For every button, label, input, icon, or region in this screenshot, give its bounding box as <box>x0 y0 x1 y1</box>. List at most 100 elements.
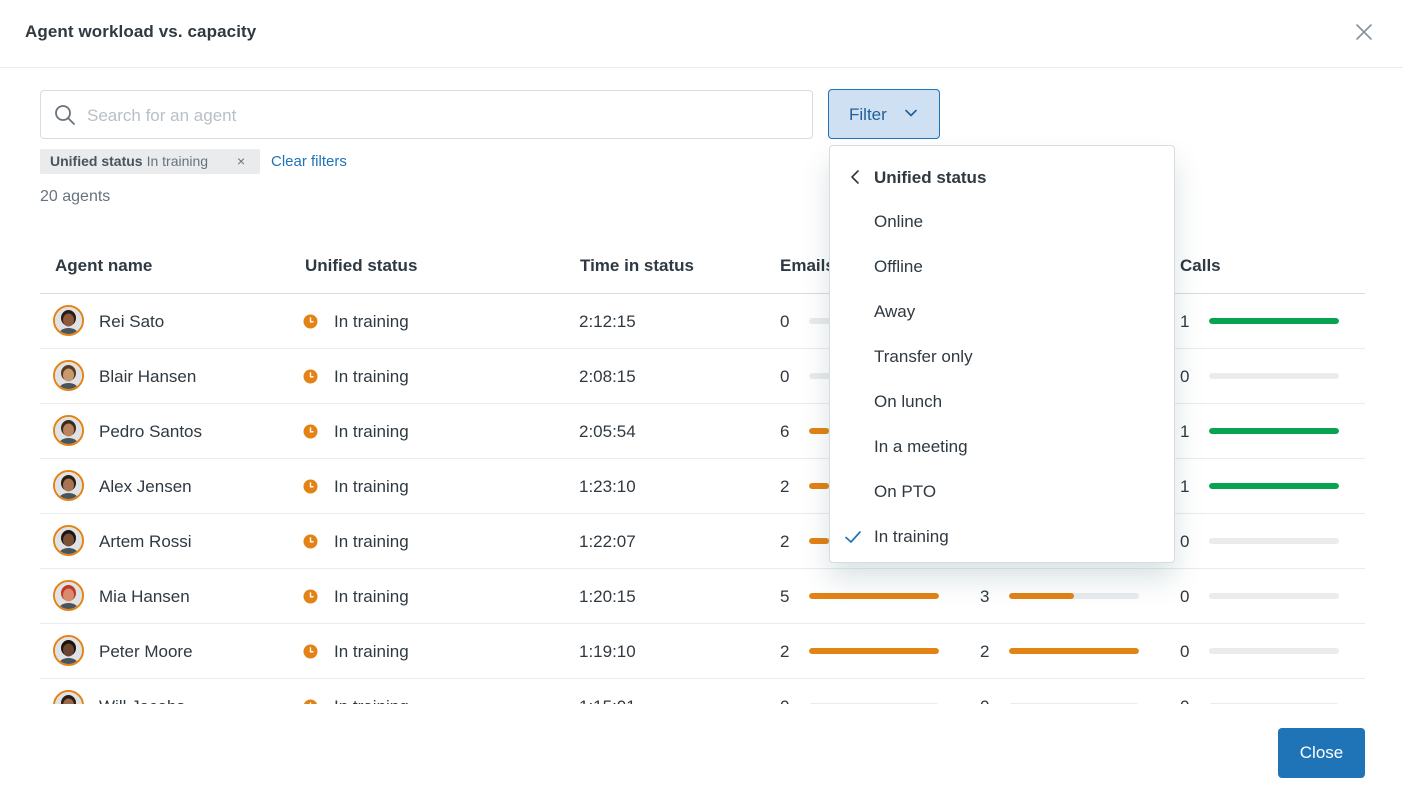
calls-count: 1 <box>1180 422 1190 441</box>
avatar <box>53 690 84 704</box>
calls-capacity-bar <box>1209 703 1339 704</box>
agent-name[interactable]: Will Jacobs <box>99 697 185 704</box>
check-icon <box>845 531 861 543</box>
menu-item-transfer-only[interactable]: Transfer only <box>830 337 1174 377</box>
clear-filters-link[interactable]: Clear filters <box>271 153 347 170</box>
time-in-status: 2:08:15 <box>579 367 636 386</box>
modal-title: Agent workload vs. capacity <box>25 22 257 41</box>
time-in-status: 2:12:15 <box>579 312 636 331</box>
calls-capacity-bar <box>1209 318 1339 324</box>
agent-name[interactable]: Blair Hansen <box>99 367 196 387</box>
modal-header: Agent workload vs. capacity <box>0 0 1403 68</box>
emails-count: 6 <box>780 422 790 441</box>
messaging-count: 2 <box>980 642 990 661</box>
table-row[interactable]: Mia Hansen In training 1:20:15 5 3 0 <box>40 569 1365 624</box>
filter-button[interactable]: Filter <box>828 89 940 139</box>
calls-capacity-bar <box>1209 428 1339 434</box>
clock-status-icon <box>303 589 318 604</box>
avatar-face-icon <box>55 582 82 609</box>
menu-item-on-pto[interactable]: On PTO <box>830 472 1174 512</box>
calls-count: 0 <box>1180 367 1190 386</box>
calls-capacity-bar <box>1209 483 1339 489</box>
agent-status: In training <box>334 477 409 496</box>
active-filter-key: Unified status <box>50 153 143 169</box>
agent-status: In training <box>334 697 409 704</box>
agent-name[interactable]: Pedro Santos <box>99 422 202 442</box>
close-icon[interactable] <box>1352 20 1376 44</box>
agent-status: In training <box>334 422 409 441</box>
emails-count: 0 <box>780 312 790 331</box>
emails-count: 0 <box>780 697 789 704</box>
menu-item-label: Away <box>874 302 916 321</box>
menu-back-button[interactable]: Unified status <box>830 162 1174 194</box>
avatar-face-icon <box>55 637 82 664</box>
chevron-left-icon <box>851 170 859 184</box>
menu-item-online[interactable]: Online <box>830 202 1174 242</box>
agent-name[interactable]: Rei Sato <box>99 312 164 332</box>
emails-count: 5 <box>780 587 790 606</box>
menu-item-in-a-meeting[interactable]: In a meeting <box>830 427 1174 467</box>
menu-item-label: On lunch <box>874 392 943 411</box>
search-input[interactable] <box>85 92 789 139</box>
clock-status-icon <box>303 369 318 384</box>
menu-item-label: Transfer only <box>874 347 973 366</box>
calls-count: 1 <box>1180 312 1190 331</box>
time-in-status: 1:15:01 <box>579 697 636 704</box>
menu-item-offline[interactable]: Offline <box>830 247 1174 287</box>
column-header-emails[interactable]: Emails <box>780 256 835 276</box>
column-header-agent-name[interactable]: Agent name <box>55 256 152 276</box>
column-header-time-in-status[interactable]: Time in status <box>580 256 694 276</box>
time-in-status: 2:05:54 <box>579 422 636 441</box>
menu-item-in-training[interactable]: In training <box>830 517 1174 557</box>
agent-name[interactable]: Mia Hansen <box>99 587 190 607</box>
agent-name[interactable]: Alex Jensen <box>99 477 192 497</box>
time-in-status: 1:22:07 <box>579 532 636 551</box>
active-filter-tag: Unified status In training × <box>40 149 260 174</box>
avatar <box>53 525 84 556</box>
menu-item-label: Offline <box>874 257 923 276</box>
table-row[interactable]: Will Jacobs In training 1:15:01 0 0 0 <box>40 679 1365 704</box>
filter-button-label: Filter <box>849 105 887 124</box>
active-filter-value: In training <box>146 153 209 169</box>
avatar-face-icon <box>55 472 82 499</box>
column-header-unified-status[interactable]: Unified status <box>305 256 417 276</box>
agents-table-body[interactable]: Rei Sato In training 2:12:15 0 1 Blair H… <box>0 294 1403 704</box>
agent-status: In training <box>334 532 409 551</box>
search-field[interactable] <box>40 90 813 139</box>
messaging-count: 0 <box>980 697 989 704</box>
calls-capacity-bar <box>1209 538 1339 544</box>
avatar <box>53 305 84 336</box>
clock-status-icon <box>303 479 318 494</box>
emails-capacity-bar <box>809 648 939 654</box>
menu-item-label: In a meeting <box>874 437 968 456</box>
clock-status-icon <box>303 534 318 549</box>
calls-count: 0 <box>1180 697 1189 704</box>
calls-capacity-bar <box>1209 373 1339 379</box>
emails-count: 2 <box>780 642 790 661</box>
avatar <box>53 635 84 666</box>
agent-name[interactable]: Artem Rossi <box>99 532 192 552</box>
emails-count: 2 <box>780 477 790 496</box>
calls-capacity-bar <box>1209 593 1339 599</box>
avatar <box>53 360 84 391</box>
time-in-status: 1:20:15 <box>579 587 636 606</box>
clock-status-icon <box>303 314 318 329</box>
messaging-capacity-bar <box>1009 703 1139 704</box>
table-row[interactable]: Peter Moore In training 1:19:10 2 2 0 <box>40 624 1365 679</box>
avatar-face-icon <box>55 362 82 389</box>
avatar <box>53 415 84 446</box>
column-header-calls[interactable]: Calls <box>1180 256 1221 276</box>
remove-filter-icon[interactable]: × <box>237 149 251 174</box>
chevron-down-icon <box>905 109 917 117</box>
menu-item-label: On PTO <box>874 482 937 501</box>
menu-item-away[interactable]: Away <box>830 292 1174 332</box>
emails-count: 2 <box>780 532 790 551</box>
avatar-face-icon <box>55 417 82 444</box>
emails-capacity-bar <box>809 703 939 704</box>
agent-status: In training <box>334 642 409 661</box>
search-icon <box>55 105 75 125</box>
agent-name[interactable]: Peter Moore <box>99 642 193 662</box>
avatar <box>53 580 84 611</box>
menu-item-on-lunch[interactable]: On lunch <box>830 382 1174 422</box>
close-button[interactable]: Close <box>1278 728 1365 778</box>
